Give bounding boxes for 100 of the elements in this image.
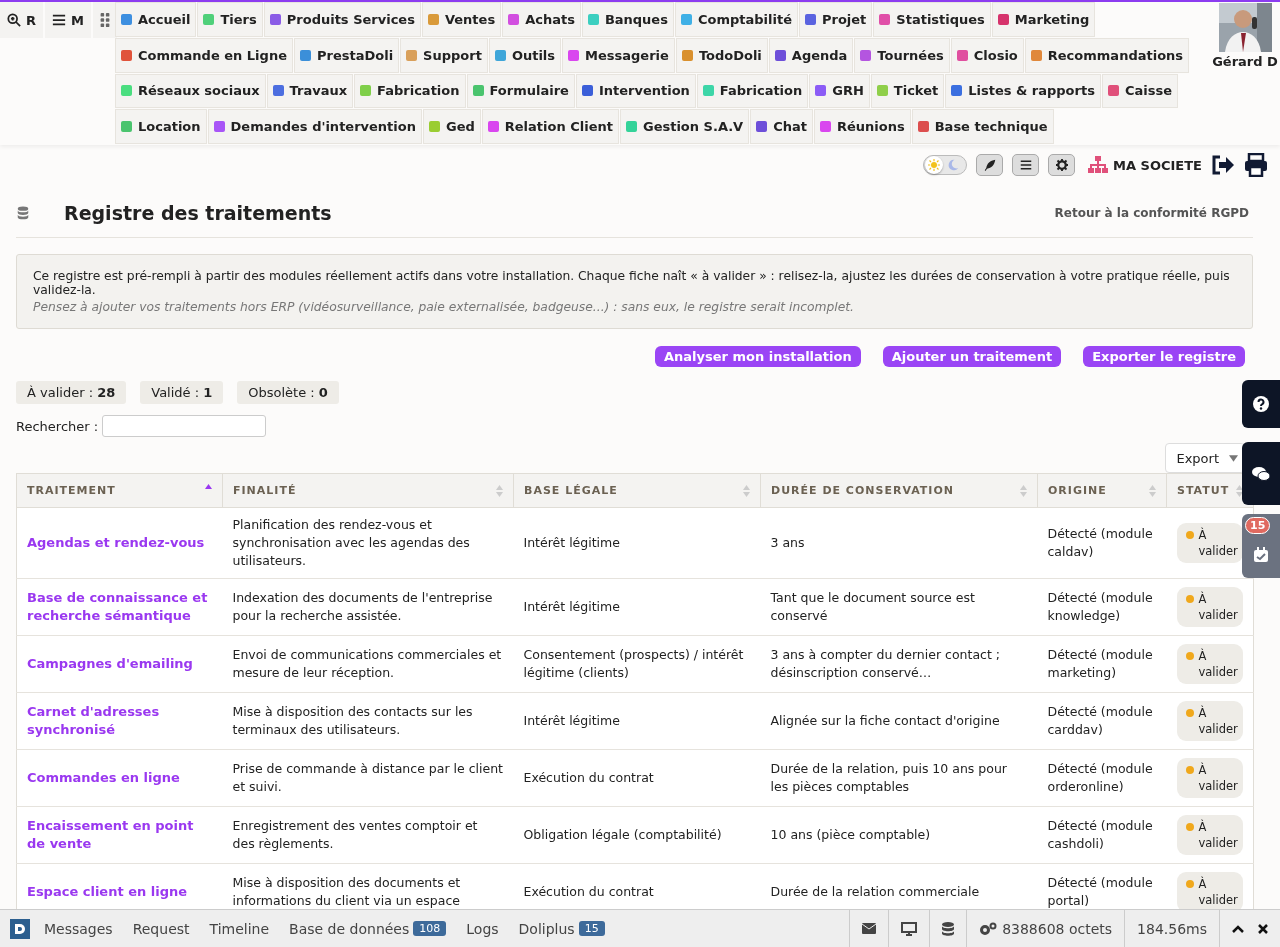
- menu-item[interactable]: Commande en Ligne: [115, 37, 293, 73]
- action-button[interactable]: Exporter le registre: [1083, 346, 1245, 367]
- menu-item[interactable]: Ventes: [421, 2, 502, 37]
- page-title: Registre des traitements: [64, 202, 333, 224]
- list-button[interactable]: [1012, 154, 1040, 176]
- menu-item[interactable]: Base technique: [911, 109, 1054, 144]
- status-badge: À valider: [1176, 815, 1243, 855]
- menu-item[interactable]: Réunions: [814, 109, 911, 144]
- action-button[interactable]: Analyser mon installation: [654, 346, 861, 367]
- menu-item[interactable]: Comptabilité: [674, 2, 798, 37]
- user-name[interactable]: Gérard D: [1212, 54, 1278, 69]
- menu-item[interactable]: Réseaux sociaux: [115, 73, 266, 109]
- company-link[interactable]: MA SOCIETE: [1088, 156, 1202, 174]
- menu-item[interactable]: GRH: [809, 73, 870, 109]
- table-cell: Détecté (module cashdoli): [1037, 806, 1167, 864]
- expand-button[interactable]: [1232, 924, 1244, 933]
- feather-button[interactable]: [976, 154, 1004, 176]
- action-button[interactable]: Ajouter un traitement: [882, 346, 1062, 367]
- menu-item[interactable]: Support: [400, 37, 488, 73]
- theme-toggle[interactable]: [923, 155, 968, 175]
- menu-item[interactable]: Closio: [950, 37, 1024, 73]
- debug-tab[interactable]: Base de données 108: [289, 920, 447, 937]
- memory-usage: 8388608 octets: [1002, 920, 1113, 937]
- help-tab[interactable]: [1242, 380, 1280, 428]
- menu-item[interactable]: Tiers: [197, 2, 263, 37]
- menu-item[interactable]: Messagerie: [562, 37, 675, 73]
- status-counter[interactable]: Obsolète : 0: [237, 381, 339, 404]
- settings-button[interactable]: [1048, 154, 1076, 176]
- table-cell: Exécution du contrat: [513, 749, 761, 807]
- menu-item[interactable]: Location: [115, 109, 207, 144]
- menu-item[interactable]: Statistiques: [873, 2, 991, 37]
- menu-item[interactable]: Agenda: [768, 37, 854, 73]
- export-dropdown[interactable]: Export: [1165, 443, 1245, 473]
- info-text: Ce registre est pré-rempli à partir des modules réellement actifs dans votre installation. Chaque fiche naît « à valider » : relisez-la, ajustez les durées de conservation à votre pratique réelle, puis validez-la.: [33, 269, 1231, 297]
- menu-item[interactable]: Outils: [488, 37, 562, 73]
- chat-icon: [1251, 465, 1271, 482]
- logout-icon: [1211, 154, 1235, 176]
- menu-item[interactable]: Recommandations: [1024, 37, 1190, 73]
- menu-item[interactable]: Demandes d'intervention: [207, 109, 422, 144]
- menu-item[interactable]: Projet: [798, 2, 873, 37]
- menu-item[interactable]: Produits Services: [263, 2, 421, 37]
- mail-icon: [862, 922, 877, 935]
- table-cell: Détecté (module carddav): [1037, 692, 1167, 750]
- table-cell: Indexation des documents de l'entreprise pour la recherche assistée.: [222, 578, 514, 636]
- menu-item[interactable]: Formulaire: [466, 73, 575, 109]
- org-chart-icon: [1088, 156, 1109, 174]
- record-link[interactable]: Encaissement en point de vente: [27, 817, 213, 853]
- database-icon: [942, 921, 955, 936]
- status-badge: À valider: [1176, 872, 1243, 909]
- back-link[interactable]: Retour à la conformité RGPD: [1054, 206, 1249, 220]
- column-header[interactable]: ORIGINE: [1048, 484, 1107, 497]
- menu-item[interactable]: Caisse: [1101, 73, 1178, 109]
- table-cell: Détecté (module marketing): [1037, 635, 1167, 693]
- menu-item[interactable]: Gestion S.A.V: [619, 109, 750, 144]
- record-link[interactable]: Commandes en ligne: [27, 769, 213, 787]
- table-cell: 10 ans (pièce comptable): [760, 806, 1038, 864]
- menu-item[interactable]: Fabrication: [354, 73, 466, 109]
- table-cell: Détecté (module caldav): [1037, 507, 1167, 579]
- debug-tab[interactable]: Logs: [466, 920, 499, 937]
- gears-icon: [979, 921, 998, 936]
- table-cell: 3 ans: [760, 507, 1038, 579]
- menu-item[interactable]: Banques: [581, 2, 674, 37]
- record-link[interactable]: Agendas et rendez-vous: [27, 534, 213, 552]
- column-header[interactable]: TRAITEMENT: [27, 484, 116, 497]
- menu-item[interactable]: Fabrication: [696, 73, 809, 109]
- debug-tab[interactable]: Messages: [44, 920, 113, 937]
- menu-item[interactable]: Listes & rapports: [945, 73, 1101, 109]
- status-counter[interactable]: Validé : 1: [140, 381, 224, 404]
- caret-icon: [1229, 454, 1238, 462]
- menu-item[interactable]: Accueil: [115, 2, 197, 37]
- chat-tab[interactable]: [1242, 442, 1280, 505]
- zoom-button[interactable]: R: [0, 2, 45, 38]
- record-link[interactable]: Espace client en ligne: [27, 883, 213, 901]
- menu-item[interactable]: Travaux: [266, 73, 354, 109]
- menu-item[interactable]: Relation Client: [481, 109, 619, 144]
- status-counter[interactable]: À valider : 28: [16, 381, 127, 404]
- menu-item[interactable]: Achats: [502, 2, 581, 37]
- menu-item[interactable]: PrestaDoli: [293, 37, 400, 73]
- debug-tab[interactable]: Timeline: [209, 920, 270, 937]
- table-cell: Tant que le document source est conservé: [760, 578, 1038, 636]
- menu-item[interactable]: Ticket: [870, 73, 945, 109]
- record-link[interactable]: Base de connaissance et recherche sémantique: [27, 589, 213, 625]
- menu-item[interactable]: TodoDoli: [675, 37, 768, 73]
- menu-item[interactable]: Intervention: [575, 73, 696, 109]
- column-header[interactable]: BASE LÉGALE: [524, 484, 618, 497]
- debug-tab[interactable]: Doliplus 15: [518, 920, 605, 937]
- column-header[interactable]: FINALITÉ: [233, 484, 297, 497]
- menu-item[interactable]: Tournées: [854, 37, 950, 73]
- debug-tab[interactable]: Request: [132, 920, 190, 937]
- menu-item[interactable]: Marketing: [991, 2, 1096, 37]
- record-link[interactable]: Campagnes d'emailing: [27, 655, 213, 673]
- menu-button[interactable]: M: [45, 2, 93, 38]
- menu-item[interactable]: Chat: [750, 109, 813, 144]
- status-badge: À valider: [1176, 758, 1243, 798]
- menu-item[interactable]: Ged: [423, 109, 481, 144]
- record-link[interactable]: Carnet d'adresses synchronisé: [27, 703, 213, 739]
- search-field[interactable]: [102, 415, 267, 437]
- search-label: Rechercher :: [16, 418, 99, 434]
- close-button[interactable]: [1258, 923, 1268, 934]
- table-cell: Durée de la relation, puis 10 ans pour les pièces comptables: [760, 749, 1038, 807]
